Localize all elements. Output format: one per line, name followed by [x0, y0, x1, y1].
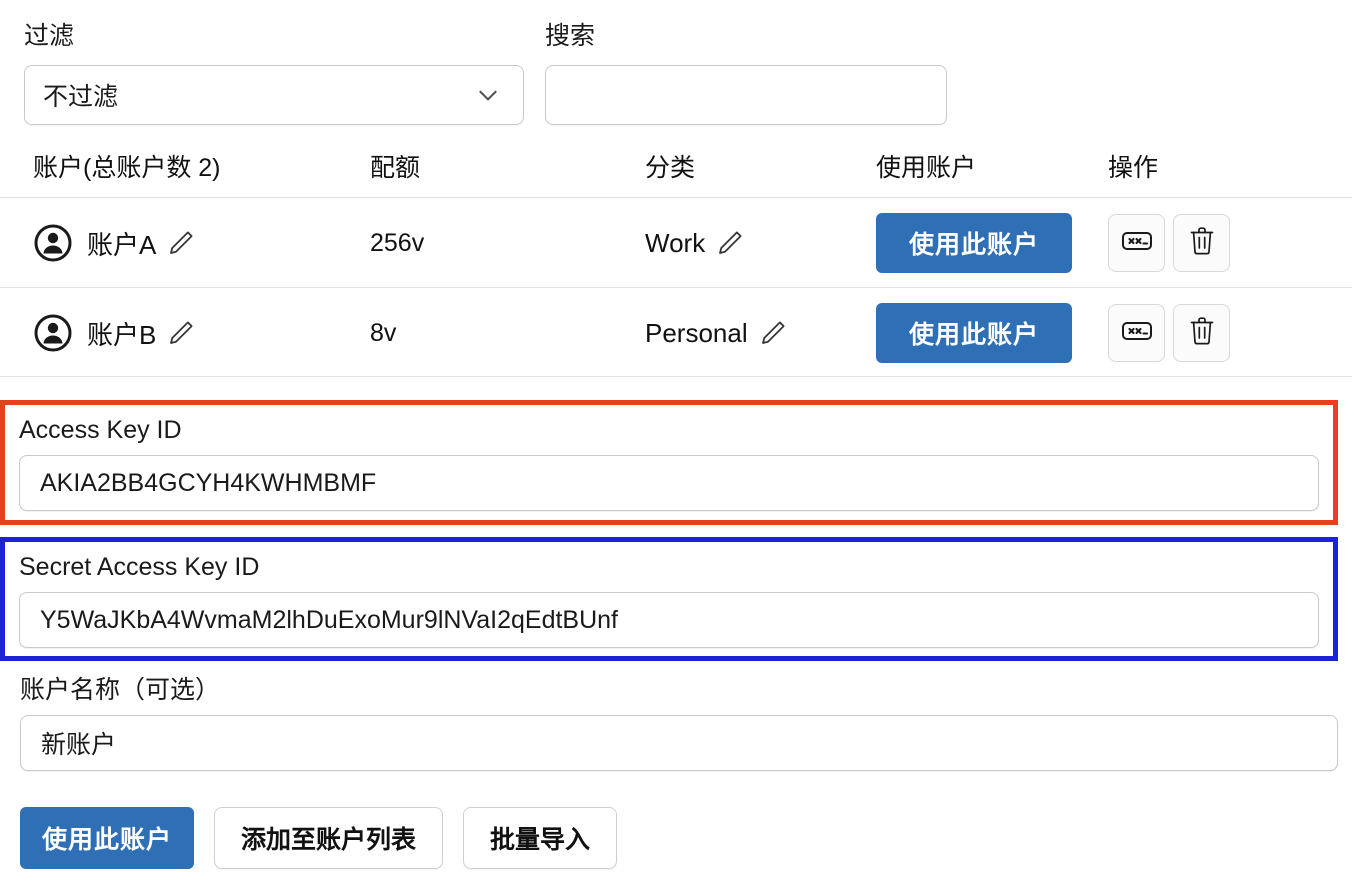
- person-circle-icon: [33, 223, 73, 263]
- filter-selected-value: 不过滤: [43, 83, 119, 111]
- use-account-button[interactable]: 使用此账户: [20, 807, 195, 869]
- category-value: Work: [645, 227, 706, 258]
- quota-cell: 8v: [370, 288, 396, 378]
- column-header-use: 使用账户: [876, 154, 977, 182]
- delete-account-button[interactable]: [1173, 304, 1230, 362]
- person-circle-icon: [33, 313, 73, 353]
- chevron-down-icon: [475, 82, 501, 108]
- quota-value: 8v: [370, 318, 397, 347]
- access-key-input[interactable]: [19, 455, 1319, 511]
- account-name-group: 账户名称（可选）: [20, 678, 1338, 771]
- actions-cell: [1108, 288, 1230, 378]
- pencil-icon[interactable]: [758, 318, 788, 348]
- password-field-icon: [1121, 229, 1153, 258]
- column-header-category: 分类: [645, 154, 696, 182]
- account-manager-page: 过滤 不过滤 搜索 账户(总账户数 2) 配额 分类 使用账户 操作 账户A 2…: [0, 0, 1352, 886]
- table-row: 账户B 8v Personal 使用此账户: [0, 287, 1352, 377]
- column-header-quota: 配额: [370, 154, 421, 182]
- filter-label: 过滤: [24, 22, 75, 50]
- actions-cell: [1108, 198, 1230, 288]
- secret-access-key-label: Secret Access Key ID: [19, 553, 260, 581]
- account-name: 账户B: [87, 319, 157, 350]
- trash-icon: [1189, 226, 1215, 261]
- access-key-highlight-box: Access Key ID: [0, 400, 1338, 525]
- search-input[interactable]: [545, 65, 947, 125]
- category-cell: Work: [645, 198, 745, 288]
- account-name-input[interactable]: [20, 715, 1338, 771]
- pencil-icon[interactable]: [715, 228, 745, 258]
- quota-value: 256v: [370, 228, 425, 257]
- add-to-account-list-button[interactable]: 添加至账户列表: [214, 807, 444, 869]
- account-cell: 账户B: [33, 288, 196, 378]
- password-field-icon-button[interactable]: [1108, 214, 1165, 272]
- quota-cell: 256v: [370, 198, 424, 288]
- account-name-label: 账户名称（可选）: [20, 676, 221, 704]
- trash-icon: [1189, 316, 1215, 351]
- category-cell: Personal: [645, 288, 788, 378]
- secret-access-key-input[interactable]: [19, 592, 1319, 648]
- filter-select[interactable]: 不过滤: [24, 65, 524, 125]
- password-field-icon: [1121, 319, 1153, 348]
- use-account-cell: 使用此账户: [876, 198, 1072, 288]
- use-account-button[interactable]: 使用此账户: [876, 303, 1072, 363]
- row-actions: [1108, 304, 1230, 362]
- search-label: 搜索: [545, 22, 596, 50]
- bulk-import-button[interactable]: 批量导入: [463, 807, 618, 869]
- account-name: 账户A: [87, 229, 157, 260]
- table-row: 账户A 256v Work 使用此账户: [0, 197, 1352, 287]
- pencil-icon[interactable]: [166, 228, 196, 258]
- use-account-cell: 使用此账户: [876, 288, 1072, 378]
- row-actions: [1108, 214, 1230, 272]
- use-account-button[interactable]: 使用此账户: [876, 213, 1072, 273]
- footer-actions: 使用此账户 添加至账户列表 批量导入: [20, 807, 618, 869]
- secret-access-key-highlight-box: Secret Access Key ID: [0, 537, 1338, 661]
- password-field-icon-button[interactable]: [1108, 304, 1165, 362]
- pencil-icon[interactable]: [166, 318, 196, 348]
- filter-search-toolbar: 过滤 不过滤 搜索: [0, 0, 1352, 140]
- filter-group: 过滤 不过滤: [24, 24, 524, 125]
- table-header-row: 账户(总账户数 2) 配额 分类 使用账户 操作: [0, 142, 1352, 197]
- search-group: 搜索: [545, 24, 947, 125]
- delete-account-button[interactable]: [1173, 214, 1230, 272]
- access-key-label: Access Key ID: [19, 416, 182, 444]
- column-header-account: 账户(总账户数 2): [33, 154, 221, 182]
- accounts-table: 账户(总账户数 2) 配额 分类 使用账户 操作 账户A 256v Work 使…: [0, 142, 1352, 377]
- category-value: Personal: [645, 317, 748, 348]
- account-cell: 账户A: [33, 198, 196, 288]
- column-header-actions: 操作: [1108, 154, 1159, 182]
